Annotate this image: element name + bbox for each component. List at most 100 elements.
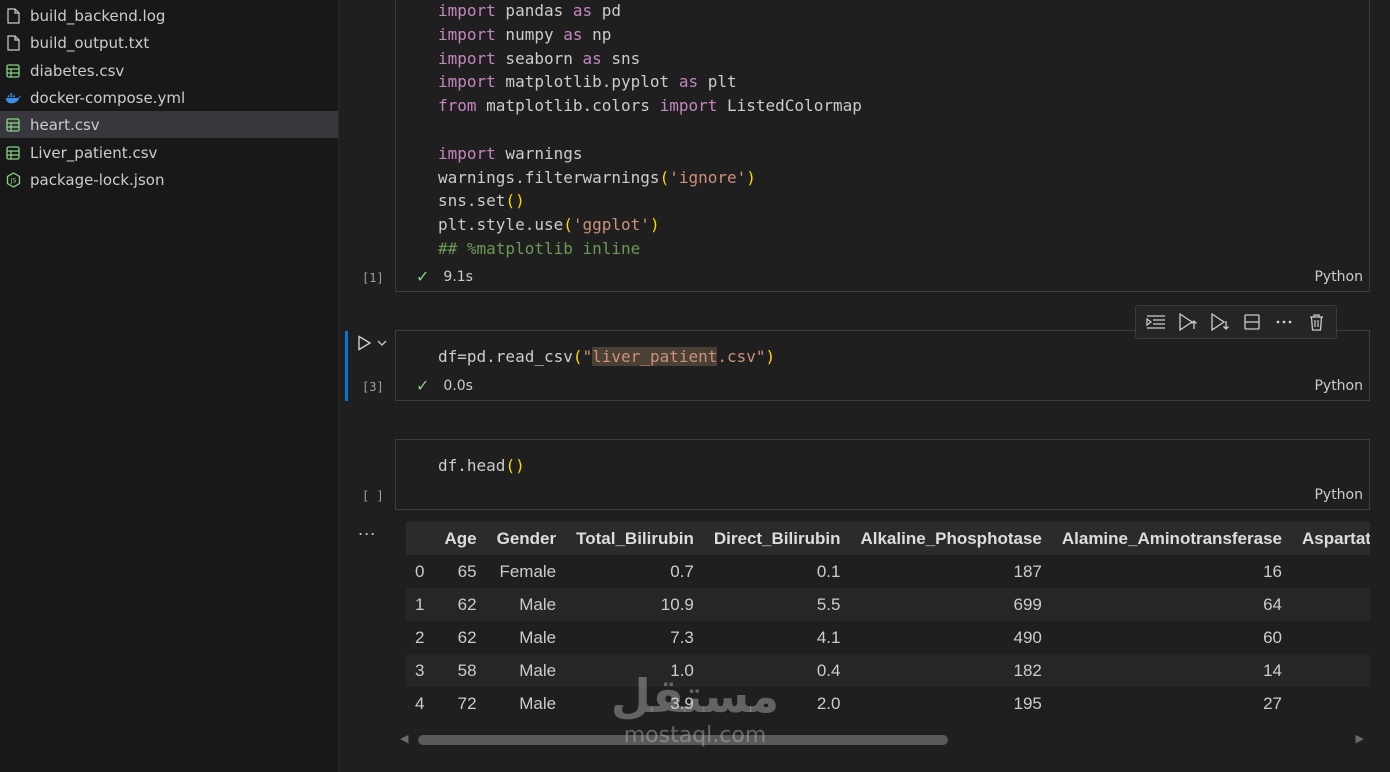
table-cell: 1.0 [566, 654, 704, 687]
explorer-sidebar: build_backend.log build_output.txt diabe… [0, 0, 339, 772]
table-cell: 58 [434, 654, 487, 687]
execution-count: [3] [362, 380, 384, 394]
cell-language[interactable]: Python [1314, 269, 1363, 285]
output-actions-button[interactable]: ... [358, 520, 376, 539]
table-cell: 27 [1263, 693, 1282, 713]
file-item-build-backend-log[interactable]: build_backend.log [0, 2, 338, 29]
file-name: Liver_patient.csv [30, 143, 158, 162]
table-row: 1 62 Male 10.9 5.5 699 64 [406, 588, 1370, 621]
table-row: 4 72 Male 3.9 2.0 195 27 [406, 687, 1370, 720]
code-cell-3[interactable]: df.head() Python [395, 439, 1370, 510]
table-cell: Female [499, 561, 557, 581]
code-editor[interactable]: import pandas as pd import numpy as np i… [438, 0, 862, 261]
execute-above-button[interactable] [1175, 309, 1201, 335]
execution-count: [ ] [362, 489, 384, 503]
table-cell: 187 [1013, 561, 1042, 581]
table-cell: 4.1 [816, 627, 841, 647]
table-cell: 5.5 [703, 588, 851, 621]
column-header: Aspartat [1292, 522, 1370, 555]
code-cell-2[interactable]: df=pd.read_csv("liver_patient.csv") ✓ 0.… [395, 330, 1370, 401]
table-cell [1292, 687, 1370, 720]
split-cell-button[interactable] [1239, 309, 1265, 335]
table-cell: 699 [850, 588, 1052, 621]
file-name: build_backend.log [30, 6, 166, 25]
code-cell-1[interactable]: import pandas as pd import numpy as np i… [395, 0, 1370, 292]
delete-cell-button[interactable] [1303, 309, 1329, 335]
table-cell: 1 [406, 588, 435, 621]
cell-language[interactable]: Python [1314, 487, 1363, 503]
table-cell: 60 [1263, 627, 1282, 647]
run-by-line-icon [1146, 315, 1165, 329]
table-cell: 3 [406, 654, 435, 687]
file-item-heart-csv[interactable]: heart.csv [0, 111, 338, 138]
more-actions-button[interactable] [1271, 309, 1297, 335]
column-header [406, 522, 435, 555]
table-cell: 10.9 [566, 588, 704, 621]
table-cell: 62 [457, 627, 477, 647]
file-icon [5, 34, 21, 52]
table-cell: 7.3 [670, 627, 694, 647]
json-icon: JS [5, 171, 21, 189]
table-cell: 3.9 [670, 693, 694, 713]
cell-language[interactable]: Python [1314, 378, 1363, 394]
csv-icon [5, 116, 21, 134]
file-item-liver-patient-csv[interactable]: Liver_patient.csv [0, 139, 338, 166]
scrollbar-thumb[interactable] [418, 735, 948, 745]
file-name: build_output.txt [30, 33, 150, 52]
execution-status: ✓ 0.0s [416, 376, 473, 395]
column-header: Alkaline_Phosphotase [850, 522, 1052, 555]
dataframe-output: Age Gender Total_Bilirubin Direct_Biliru… [406, 522, 1370, 720]
svg-text:JS: JS [9, 177, 16, 184]
table-cell: Male [519, 693, 557, 713]
run-cell-button[interactable] [356, 335, 388, 351]
table-cell: 4 [415, 693, 425, 713]
table-cell: 14 [1051, 654, 1292, 687]
execution-count: [1] [362, 271, 384, 285]
dataframe-table: Age Gender Total_Bilirubin Direct_Biliru… [406, 522, 1370, 720]
column-header: Alamine_Aminotransferase [1051, 522, 1292, 555]
table-cell: 2 [415, 627, 425, 647]
file-item-build-output-txt[interactable]: build_output.txt [0, 29, 338, 56]
execute-below-button[interactable] [1207, 309, 1233, 335]
split-cell-icon [1244, 314, 1260, 330]
table-cell [1292, 621, 1370, 654]
code-editor[interactable]: df=pd.read_csv("liver_patient.csv") [438, 345, 775, 369]
ellipsis-icon [1276, 320, 1292, 324]
check-icon: ✓ [416, 267, 430, 286]
table-cell: 16 [1263, 561, 1282, 581]
notebook-editor: import pandas as pd import numpy as np i… [340, 0, 1390, 772]
table-cell [1292, 588, 1370, 621]
docker-icon [5, 89, 21, 107]
csv-icon [5, 62, 21, 80]
column-header: Total_Bilirubin [566, 522, 704, 555]
table-row: 0 65 Female 0.7 0.1 187 16 [406, 555, 1370, 588]
table-row: 2 62 Male 7.3 4.1 490 60 [406, 621, 1370, 654]
file-name: diabetes.csv [30, 61, 125, 80]
table-cell [1292, 555, 1370, 588]
execute-below-icon [1211, 313, 1229, 331]
table-cell: 65 [457, 561, 477, 581]
table-cell: Male [486, 654, 567, 687]
play-icon [358, 335, 372, 351]
table-cell: 0.7 [670, 561, 694, 581]
run-by-line-button[interactable] [1143, 309, 1169, 335]
file-item-package-lock-json[interactable]: JS package-lock.json [0, 166, 338, 193]
execute-above-icon [1179, 313, 1197, 331]
cell-toolbar [1135, 305, 1337, 339]
table-cell [1292, 654, 1370, 687]
code-editor[interactable]: df.head() [438, 454, 525, 478]
file-item-diabetes-csv[interactable]: diabetes.csv [0, 57, 338, 84]
scroll-left-icon[interactable]: ◀ [400, 732, 408, 745]
file-item-docker-compose-yml[interactable]: docker-compose.yml [0, 84, 338, 111]
chevron-down-icon[interactable] [376, 337, 388, 349]
file-icon [5, 7, 21, 25]
trash-icon [1309, 313, 1323, 331]
execution-time: 9.1s [443, 268, 473, 285]
table-cell: 195 [1013, 693, 1042, 713]
scroll-right-icon[interactable]: ▶ [1356, 732, 1364, 745]
execution-status: ✓ 9.1s [416, 267, 473, 286]
table-cell: 0 [415, 561, 425, 581]
table-cell: Male [519, 627, 557, 647]
table-cell: 0.4 [703, 654, 851, 687]
horizontal-scrollbar[interactable]: ◀ ▶ [400, 732, 1370, 748]
